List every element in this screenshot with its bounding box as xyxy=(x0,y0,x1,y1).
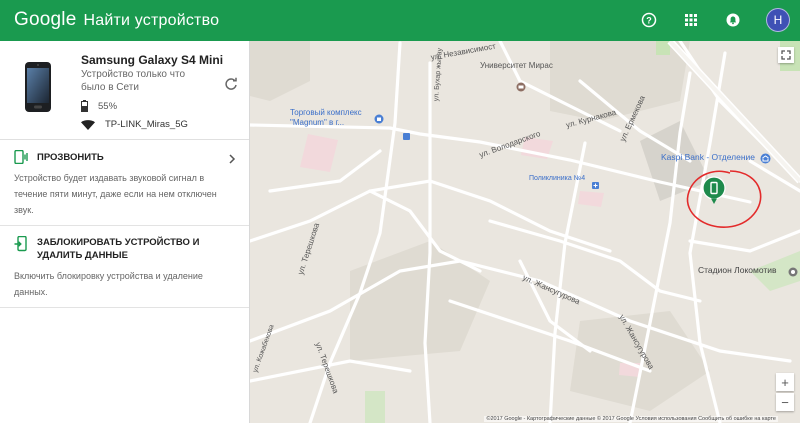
battery-status: 55% xyxy=(81,100,117,112)
map-label-clinic: Поликлиника №4 xyxy=(529,175,586,182)
map-label-stadium: Стадион Локомотив xyxy=(698,265,777,275)
apps-grid-icon[interactable] xyxy=(682,11,700,29)
lock-action-description: Включить блокировку устройства и удалени… xyxy=(14,271,203,297)
wifi-icon xyxy=(81,119,95,130)
map-label-kaspi: Kaspi Bank - Отделение xyxy=(661,152,756,162)
help-icon[interactable]: ? xyxy=(640,11,658,29)
notifications-icon[interactable] xyxy=(724,11,742,29)
svg-text:?: ? xyxy=(646,16,652,26)
device-card: Samsung Galaxy S4 Mini Устройство только… xyxy=(0,41,249,140)
wifi-status: TP-LINK_Miras_5G xyxy=(81,119,188,130)
header-actions: ? Н xyxy=(640,8,790,32)
device-status: Устройство только что было в Сети xyxy=(81,69,186,93)
app-brand[interactable]: Google Найти устройство xyxy=(14,9,219,31)
ring-phone-icon xyxy=(14,149,28,169)
poi-icon[interactable] xyxy=(403,127,410,145)
ring-action-title: ПРОЗВОНИТЬ xyxy=(37,152,104,163)
refresh-icon[interactable] xyxy=(224,77,238,96)
map-attribution[interactable]: ©2017 Google - Картографические данные ©… xyxy=(484,416,778,422)
map-label-university: Университет Мирас xyxy=(480,61,553,70)
device-name: Samsung Galaxy S4 Mini xyxy=(81,53,224,67)
battery-icon xyxy=(81,100,88,112)
account-avatar[interactable]: Н xyxy=(766,8,790,32)
fullscreen-button[interactable] xyxy=(778,47,794,63)
zoom-in-button[interactable]: + xyxy=(776,373,794,391)
side-panel: Samsung Galaxy S4 Mini Устройство только… xyxy=(0,41,250,423)
lock-erase-action[interactable]: ЗАБЛОКИРОВАТЬ УСТРОЙСТВО И УДАЛИТЬ ДАННЫ… xyxy=(0,225,249,308)
fullscreen-icon xyxy=(781,50,791,60)
google-logo-text: Google xyxy=(14,9,77,30)
wifi-network: TP-LINK_Miras_5G xyxy=(105,119,188,130)
battery-level: 55% xyxy=(98,100,118,112)
ring-device-action[interactable]: ПРОЗВОНИТЬ Устройство будет издавать зву… xyxy=(0,139,249,226)
ring-action-description: Устройство будет издавать звуковой сигна… xyxy=(14,173,217,215)
clinic-poi-icon[interactable] xyxy=(592,176,599,194)
map-view[interactable]: Университет Мирас Торговый комплекс "Mag… xyxy=(250,41,800,423)
university-poi-icon[interactable] xyxy=(516,79,526,97)
device-location-marker[interactable] xyxy=(702,176,726,211)
stadium-poi-icon[interactable] xyxy=(788,264,798,282)
chevron-right-icon[interactable] xyxy=(228,151,236,169)
page-title: Найти устройство xyxy=(83,12,220,29)
lock-phone-icon xyxy=(14,235,28,257)
zoom-out-button[interactable]: − xyxy=(776,393,794,411)
lock-action-title: ЗАБЛОКИРОВАТЬ УСТРОЙСТВО И УДАЛИТЬ ДАННЫ… xyxy=(37,237,200,261)
mall-poi-icon[interactable] xyxy=(374,111,384,129)
top-app-bar: Google Найти устройство ? Н xyxy=(0,0,800,41)
device-image xyxy=(24,61,52,118)
